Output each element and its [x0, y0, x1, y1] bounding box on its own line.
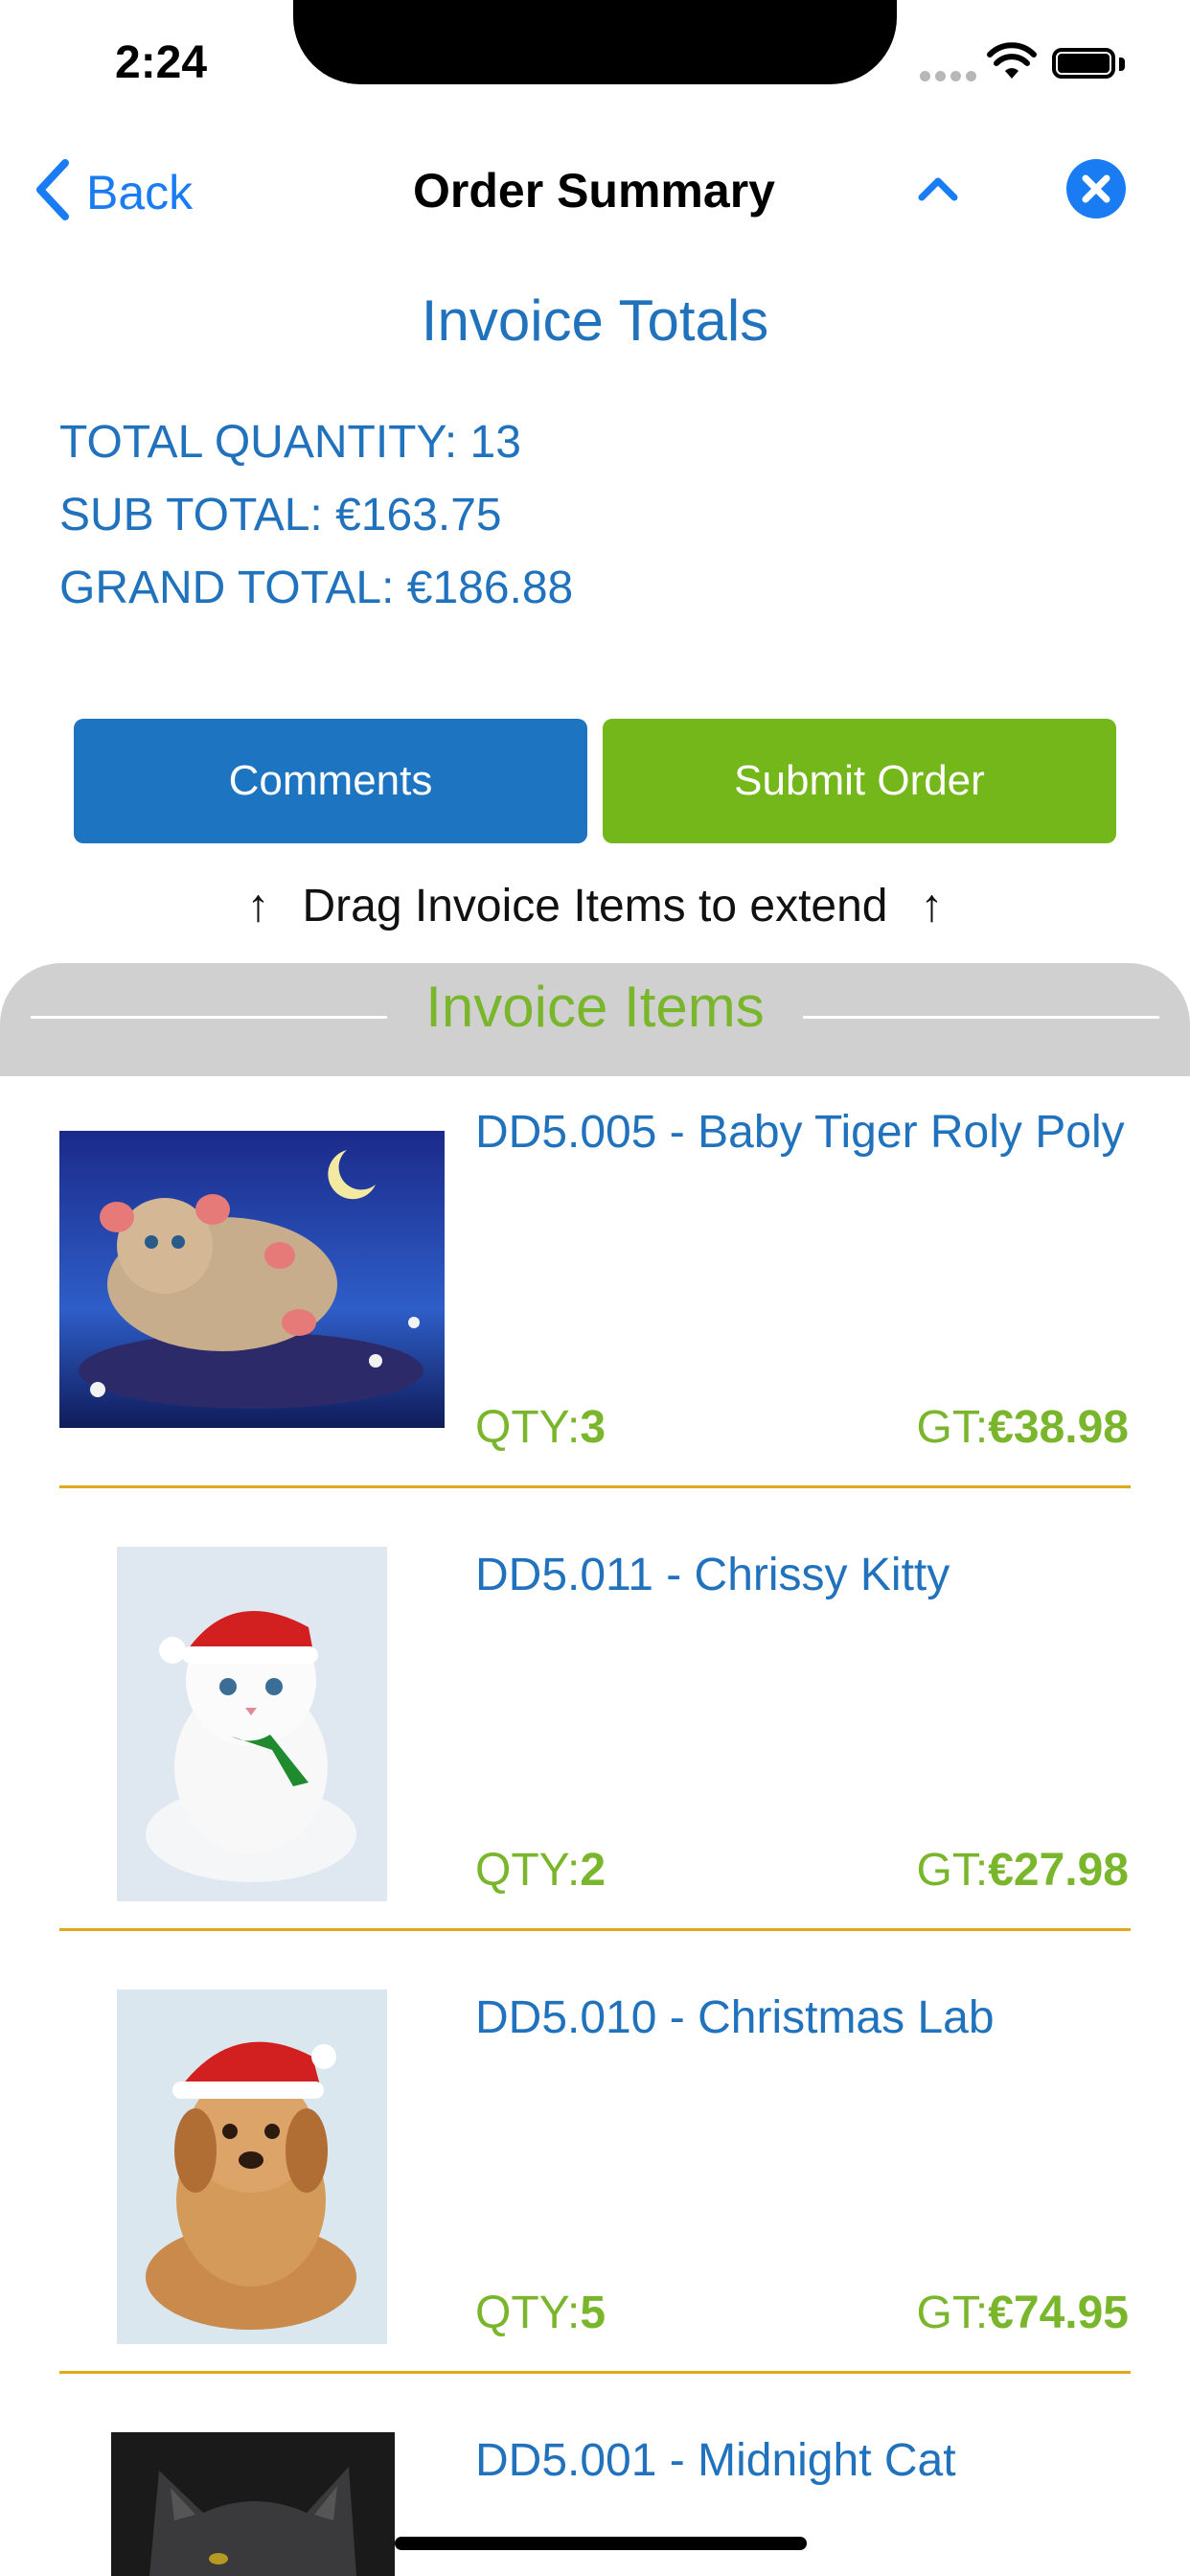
product-image [59, 1131, 445, 1428]
item-title: DD5.005 - Baby Tiger Roly Poly [475, 1107, 1125, 1158]
product-image [117, 1547, 387, 1901]
invoice-totals-title: Invoice Totals [421, 288, 769, 353]
item-qty: QTY:3 [475, 1402, 606, 1453]
arrow-up-icon: ↑ [246, 881, 270, 932]
home-indicator[interactable] [395, 2537, 807, 2550]
close-icon [1082, 174, 1110, 203]
drag-hint: ↑ Drag Invoice Items to extend ↑ [0, 880, 1190, 932]
row-divider [59, 2371, 1131, 2374]
drag-hint-text: Drag Invoice Items to extend [302, 881, 888, 932]
row-divider [59, 1485, 1131, 1488]
page-title: Order Summary [413, 164, 775, 218]
wifi-icon [987, 42, 1037, 79]
total-quantity: TOTAL QUANTITY: 13 [59, 417, 521, 468]
close-button[interactable] [1066, 159, 1126, 218]
sub-total: SUB TOTAL: €163.75 [59, 490, 502, 540]
back-button[interactable]: Back [86, 165, 193, 220]
item-grand-total: GT:€74.95 [916, 2288, 1129, 2338]
submit-order-button[interactable]: Submit Order [603, 719, 1116, 843]
row-divider [59, 1928, 1131, 1931]
comments-button[interactable]: Comments [74, 719, 587, 843]
back-chevron-icon[interactable] [33, 159, 71, 220]
item-grand-total: GT:€38.98 [916, 1402, 1129, 1453]
item-qty: QTY:5 [475, 2288, 606, 2338]
item-grand-total: GT:€27.98 [916, 1845, 1129, 1896]
grand-total: GRAND TOTAL: €186.88 [59, 563, 574, 613]
item-title: DD5.001 - Midnight Cat [475, 2435, 956, 2486]
item-title: DD5.010 - Christmas Lab [475, 1992, 995, 2043]
battery-cap [1119, 58, 1125, 71]
battery-level [1058, 54, 1110, 73]
device-notch [293, 0, 897, 84]
item-qty: QTY:2 [475, 1845, 606, 1896]
status-time: 2:24 [115, 37, 208, 88]
item-title: DD5.011 - Chrissy Kitty [475, 1550, 950, 1600]
product-image [111, 2432, 395, 2576]
invoice-items-title: Invoice Items [425, 975, 765, 1039]
product-image [117, 1990, 387, 2344]
chevron-up-icon[interactable] [918, 176, 958, 201]
arrow-up-icon: ↑ [920, 881, 944, 932]
